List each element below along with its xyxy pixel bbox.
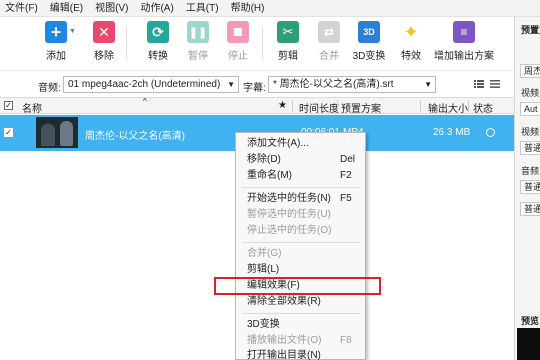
toolbar-separator [262,27,263,59]
menu-item-play-output[interactable]: 播放输出文件(O) F8 [236,333,365,348]
menu-separator [242,187,360,188]
header-name[interactable]: 名称 [22,100,42,115]
convert-button[interactable]: ⟳ 转换 [138,21,178,62]
menu-item-clear-all-effects[interactable]: 清除全部效果(R) [236,294,365,309]
subtitle-value: * 周杰伦-以父之名(高清).srt [273,79,394,90]
subtitle-label: 字幕: [243,83,266,94]
audio-option-select[interactable]: 普通 [520,202,540,216]
three-d-icon: 3D [358,21,380,43]
header-status[interactable]: 状态 [473,100,493,115]
file-output-size: 26.3 MB [433,127,471,138]
audio-label: 音频 [521,166,540,176]
clip-button[interactable]: ✂ 剪辑 [268,21,308,62]
video-label-2: 视频 [521,127,540,137]
stop-label: 停止 [228,51,248,62]
menu-item-pause-selected[interactable]: 暂停选中的任务(U) [236,207,365,222]
column-divider [420,100,421,112]
pause-icon: ❚❚ [187,21,209,43]
video-label: 视频 [521,88,540,98]
preset-panel: 预置方 周杰 视频 Aut 视频 普通 音频 普通 普通 预览 [514,17,540,360]
menu-item-start-selected[interactable]: 开始选中的任务(N) F5 [236,191,365,206]
audio-track-select[interactable]: 01 mpeg4aac-2ch (Undetermined) ▼ [63,76,239,93]
file-name: 周杰伦-以父之名(高清) [85,131,185,142]
plus-icon: + [45,21,67,43]
add-label: 添加 [46,51,66,62]
clock-status-icon [486,128,495,137]
clip-label: 剪辑 [278,51,298,62]
magic-wand-icon: ✦ [400,21,422,43]
profile-icon: ≡ [453,21,475,43]
file-list-header: ✓ 名称 ^ ★ 时间长度 预置方案 输出大小 状态 [0,97,514,115]
row-checkbox[interactable]: ✓ [4,128,13,137]
menu-item-open-output-folder[interactable]: 打开输出目录(N) [236,348,365,360]
menu-help[interactable]: 帮助(H) [226,0,272,17]
header-profile[interactable]: 预置方案 [341,100,381,115]
three-d-button[interactable]: 3D 3D变换 [349,21,389,62]
header-star[interactable]: ★ [278,100,287,111]
menu-item-rename[interactable]: 重命名(M) F2 [236,168,365,183]
menu-edit[interactable]: 编辑(E) [45,0,90,17]
menu-item-merge[interactable]: 合并(G) [236,246,365,261]
video-quality-select[interactable]: 普通 [520,141,540,155]
highlight-box [214,277,381,295]
column-divider [292,100,293,112]
remove-x-icon: ✕ [93,21,115,43]
three-d-label: 3D变换 [352,51,386,62]
add-profile-label: 增加输出方案 [434,51,494,62]
menu-separator [242,313,360,314]
menu-separator [242,242,360,243]
menu-item-stop-selected[interactable]: 停止选中的任务(O) [236,223,365,238]
menu-bar: 文件(F) 编辑(E) 视图(V) 动作(A) 工具(T) 帮助(H) [0,0,540,17]
merge-label: 合并 [319,51,339,62]
select-all-checkbox[interactable]: ✓ [4,101,13,110]
sort-up-icon: ^ [143,97,147,106]
column-divider [337,100,338,112]
subtitle-select[interactable]: * 周杰伦-以父之名(高清).srt ▼ [268,76,436,93]
remove-label: 移除 [94,51,114,62]
stop-icon [227,21,249,43]
video-codec-select[interactable]: Aut [520,102,540,116]
list-view-icon[interactable] [474,79,484,89]
effects-label: 特效 [401,51,421,62]
convert-refresh-icon: ⟳ [147,21,169,43]
menu-tools[interactable]: 工具(T) [181,0,226,17]
merge-button[interactable]: ⇄ 合并 [309,21,349,62]
context-menu: 添加文件(A)... 移除(D) Del 重命名(M) F2 开始选中的任务(N) F… [235,132,366,360]
add-dropdown-arrow-icon[interactable]: ▼ [69,28,76,35]
remove-button[interactable]: ✕ 移除 [84,21,124,62]
stop-button[interactable]: 停止 [218,21,258,62]
chevron-down-icon: ▼ [424,80,432,89]
merge-icon: ⇄ [318,21,340,43]
header-duration[interactable]: 时间长度 [299,100,339,115]
pause-label: 暂停 [188,51,208,62]
chevron-down-icon: ▼ [227,80,235,89]
scissors-icon: ✂ [277,21,299,43]
column-divider [468,100,469,112]
pause-button[interactable]: ❚❚ 暂停 [178,21,218,62]
add-profile-button[interactable]: ≡ 增加输出方案 [434,21,494,62]
detail-view-icon[interactable] [490,79,500,89]
toolbar-separator [126,27,127,59]
menu-action[interactable]: 动作(A) [135,0,180,17]
menu-file[interactable]: 文件(F) [0,0,45,17]
menu-item-add-file[interactable]: 添加文件(A)... [236,136,365,151]
toolbar: + 添加 ▼ ✕ 移除 ⟳ 转换 ❚❚ 暂停 停止 ✂ 剪辑 ⇄ 合并 3D 3… [0,17,510,67]
preset-name-field[interactable]: 周杰 [520,64,540,78]
audio-track-label: 音频: [38,83,61,94]
stream-options-row: 音频: 01 mpeg4aac-2ch (Undetermined) ▼ 字幕:… [0,70,514,96]
video-thumbnail [36,117,78,148]
effects-button[interactable]: ✦ 特效 [391,21,431,62]
audio-quality-select[interactable]: 普通 [520,180,540,194]
preview-label: 预览 [521,316,540,326]
preview-area [517,328,540,360]
menu-view[interactable]: 视图(V) [90,0,135,17]
menu-item-remove[interactable]: 移除(D) Del [236,152,365,167]
menu-item-clip[interactable]: 剪辑(L) [236,262,365,277]
audio-track-value: 01 mpeg4aac-2ch (Undetermined) [68,79,221,90]
menu-item-3d-transform[interactable]: 3D变换 [236,317,365,332]
convert-label: 转换 [148,51,168,62]
preset-panel-title: 预置方 [521,25,540,35]
header-output-size[interactable]: 输出大小 [428,100,468,115]
